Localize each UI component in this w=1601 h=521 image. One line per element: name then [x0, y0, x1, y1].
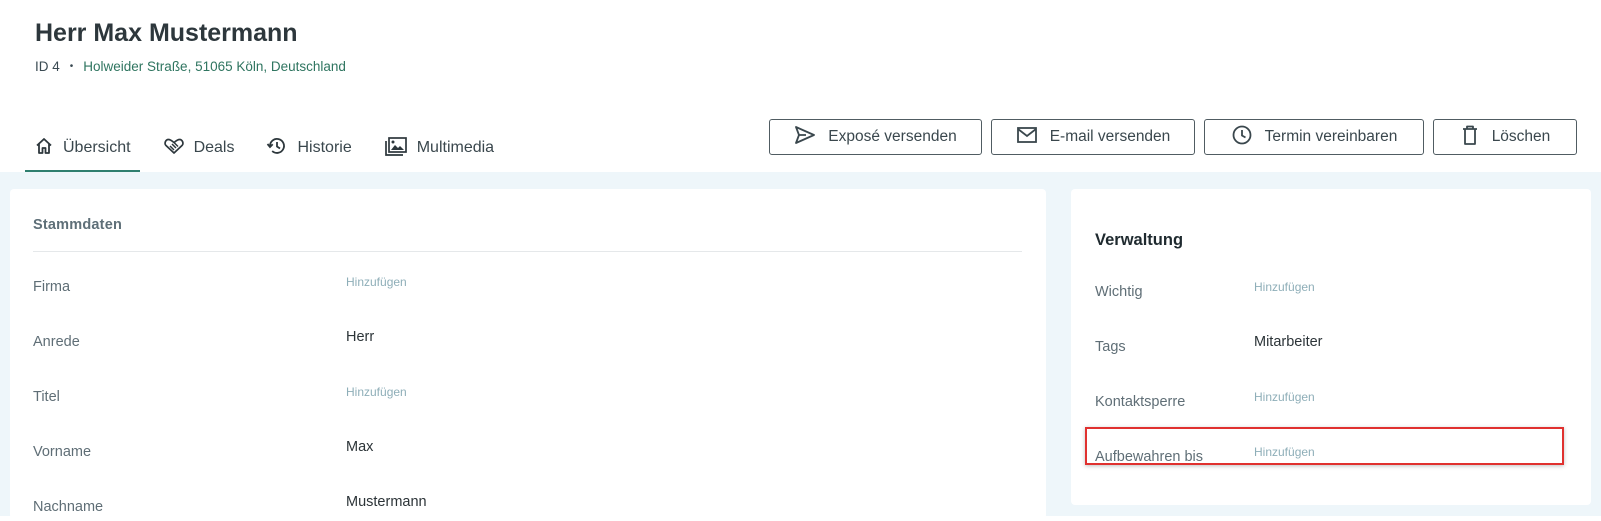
- contact-subline: ID 4 • Holweider Straße, 51065 Köln, Deu…: [35, 59, 346, 74]
- images-icon: [384, 136, 417, 161]
- delete-button[interactable]: Löschen: [1433, 119, 1577, 155]
- button-label: Termin vereinbaren: [1264, 128, 1398, 145]
- tab-multimedia[interactable]: Multimedia: [375, 126, 503, 170]
- field-label: Firma: [33, 279, 71, 295]
- field-row-wichtig: Wichtig Hinzufügen: [1095, 276, 1565, 306]
- handshake-icon: [163, 136, 194, 161]
- field-label: Tags: [1095, 339, 1126, 355]
- nachname-value[interactable]: Mustermann: [346, 494, 427, 510]
- tab-label: Multimedia: [416, 139, 495, 156]
- tab-historie[interactable]: Historie: [257, 126, 360, 170]
- contact-id: ID 4: [35, 59, 60, 74]
- history-icon: [266, 136, 297, 161]
- field-label: Wichtig: [1095, 284, 1143, 300]
- email-send-button[interactable]: E-mail versenden: [991, 119, 1195, 155]
- anrede-value[interactable]: Herr: [346, 329, 374, 345]
- field-row-firma: Firma Hinzufügen: [33, 271, 1023, 301]
- tab-label: Deals: [193, 139, 235, 156]
- field-row-vorname: Vorname Max: [33, 436, 1023, 466]
- separator-dot: •: [69, 61, 74, 72]
- divider: [33, 251, 1022, 252]
- contact-header: Herr Max Mustermann ID 4 • Holweider Str…: [0, 0, 1601, 174]
- tab-deals[interactable]: Deals: [154, 126, 244, 170]
- field-label: Anrede: [33, 334, 80, 350]
- schedule-appointment-button[interactable]: Termin vereinbaren: [1204, 119, 1424, 155]
- highlight-box: [1085, 427, 1564, 465]
- field-row-kontaktsperre: Kontaktsperre Hinzufügen: [1095, 386, 1565, 416]
- field-label: Kontaktsperre: [1095, 394, 1186, 410]
- page-title: Herr Max Mustermann: [35, 19, 298, 47]
- button-label: E-mail versenden: [1049, 128, 1171, 145]
- field-row-nachname: Nachname Mustermann: [33, 491, 1023, 521]
- tags-value[interactable]: Mitarbeiter: [1254, 334, 1323, 350]
- mail-icon: [1016, 126, 1050, 149]
- tab-bar: Übersicht Deals Historie Multimedia: [25, 126, 517, 174]
- action-bar: Exposé versenden E-mail versenden Termin…: [769, 119, 1586, 155]
- home-icon: [34, 136, 63, 161]
- tab-label: Historie: [297, 139, 352, 156]
- tab-label: Übersicht: [63, 139, 131, 156]
- button-label: Löschen: [1491, 128, 1551, 145]
- add-firma-link[interactable]: Hinzufügen: [346, 275, 407, 289]
- button-label: Exposé versenden: [828, 128, 957, 145]
- add-titel-link[interactable]: Hinzufügen: [346, 385, 407, 399]
- send-icon: [794, 125, 828, 150]
- add-wichtig-link[interactable]: Hinzufügen: [1254, 280, 1315, 294]
- field-row-anrede: Anrede Herr: [33, 326, 1023, 356]
- contact-address[interactable]: Holweider Straße, 51065 Köln, Deutschlan…: [83, 59, 346, 74]
- stammdaten-title: Stammdaten: [33, 217, 123, 233]
- field-label: Nachname: [33, 499, 104, 515]
- expose-send-button[interactable]: Exposé versenden: [769, 119, 982, 155]
- field-row-titel: Titel Hinzufügen: [33, 381, 1023, 411]
- field-label: Vorname: [33, 444, 92, 460]
- field-row-tags: Tags Mitarbeiter: [1095, 331, 1565, 361]
- tab-uebersicht[interactable]: Übersicht: [25, 126, 140, 173]
- stammdaten-card: Stammdaten Firma Hinzufügen Anrede Herr …: [10, 189, 1046, 519]
- clock-icon: [1231, 124, 1265, 151]
- trash-icon: [1460, 124, 1492, 151]
- verwaltung-title: Verwaltung: [1095, 231, 1184, 249]
- vorname-value[interactable]: Max: [346, 439, 373, 455]
- field-label: Titel: [33, 389, 60, 405]
- add-kontaktsperre-link[interactable]: Hinzufügen: [1254, 390, 1315, 404]
